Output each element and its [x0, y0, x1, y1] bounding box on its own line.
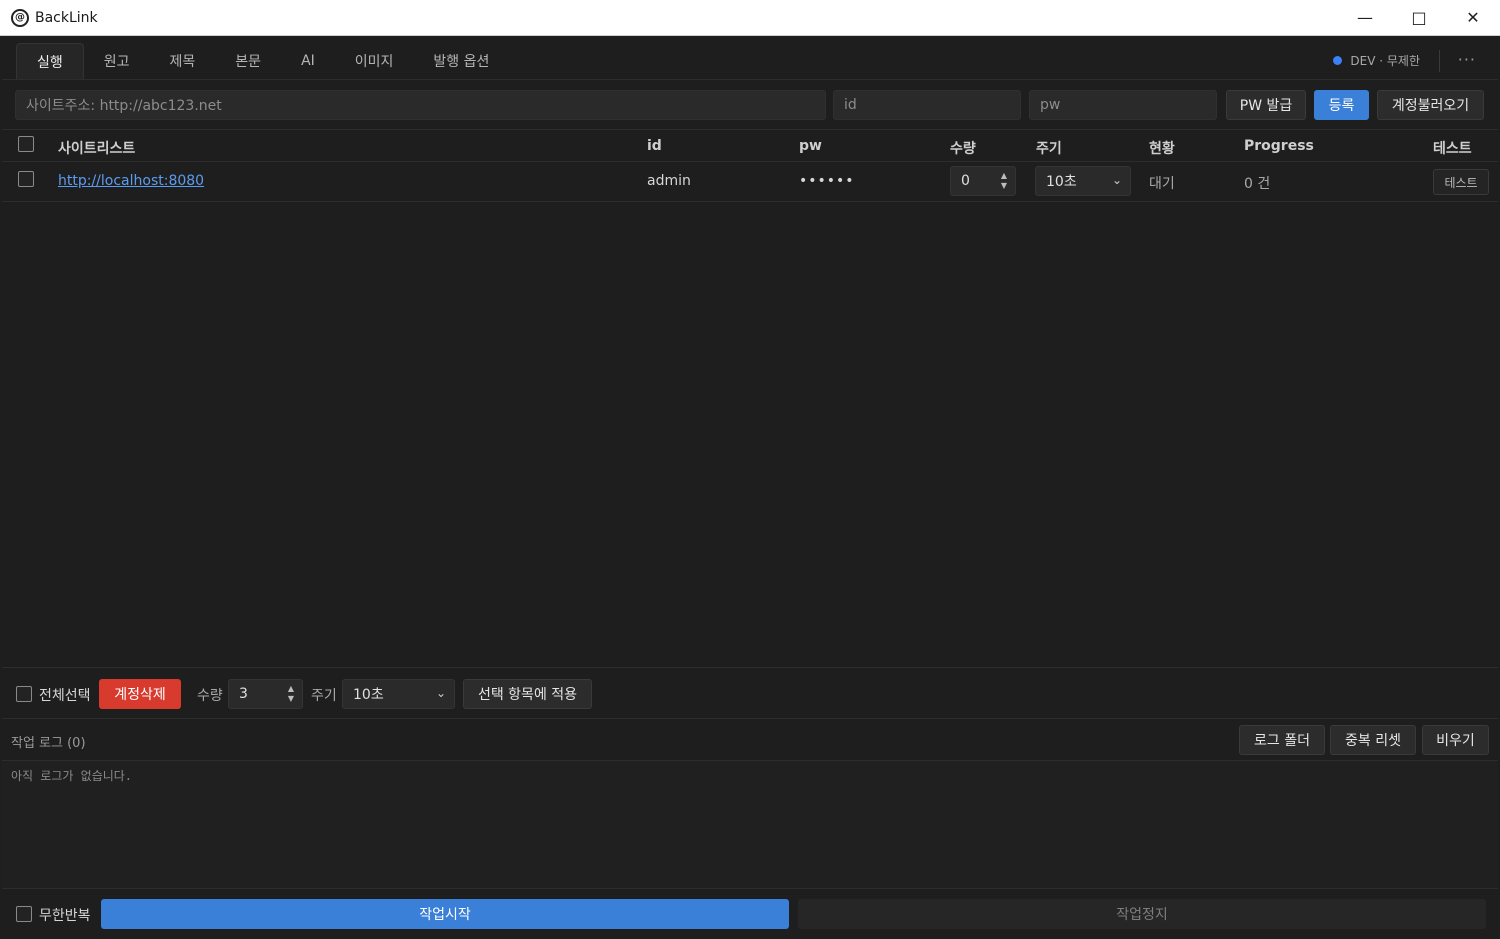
start-button[interactable]: 작업시작 [101, 899, 789, 929]
row-checkbox[interactable] [18, 171, 34, 187]
stepper-arrows-icon[interactable]: ▲ ▼ [288, 684, 294, 704]
select-all-label[interactable]: 전체선택 [39, 685, 91, 705]
row-site-link[interactable]: http://localhost:8080 [58, 173, 204, 189]
row-test-button[interactable]: 테스트 [1433, 169, 1489, 195]
tab-publish-options[interactable]: 발행 옵션 [413, 43, 509, 79]
site-table: 사이트리스트 id pw 수량 주기 현황 Progress 테스트 http:… [2, 130, 1498, 668]
load-accounts-button[interactable]: 계정불러오기 [1377, 90, 1484, 120]
col-status: 현황 [1149, 141, 1175, 157]
apply-selected-button[interactable]: 선택 항목에 적용 [463, 679, 592, 709]
col-site: 사이트리스트 [58, 141, 136, 157]
window-controls: — □ ✕ [1338, 0, 1500, 35]
col-progress: Progress [1244, 138, 1314, 154]
bulk-period-value: 10초 [353, 687, 384, 703]
bulk-actions-row: 전체선택 계정삭제 수량 3 ▲ ▼ 주기 10초 ⌄ 선택 항목에 적용 [2, 669, 1498, 719]
log-title: 작업 로그 (0) [11, 736, 86, 751]
account-input-row: 사이트주소: http://abc123.net id pw PW 발급 등록 … [2, 80, 1498, 130]
table-header: 사이트리스트 id pw 수량 주기 현황 Progress 테스트 [2, 130, 1498, 162]
register-button[interactable]: 등록 [1314, 90, 1369, 120]
col-period: 주기 [1036, 141, 1062, 157]
dedupe-reset-button[interactable]: 중복 리셋 [1330, 725, 1416, 755]
divider [1439, 50, 1440, 72]
col-id: id [647, 138, 662, 154]
status-label: DEV · 무제한 [1350, 54, 1420, 68]
col-qty: 수량 [950, 141, 976, 157]
tab-body[interactable]: 본문 [215, 43, 281, 79]
log-output: 아직 로그가 없습니다. [2, 761, 1498, 889]
row-period-select[interactable]: 10초 ⌄ [1035, 166, 1131, 196]
title-bar: @ BackLink — □ ✕ [0, 0, 1500, 36]
row-status: 대기 [1149, 176, 1175, 192]
infinite-repeat-checkbox[interactable] [16, 906, 32, 922]
footer-controls: 무한반복 작업시작 작업정지 [2, 889, 1498, 939]
infinite-repeat-label[interactable]: 무한반복 [39, 905, 91, 925]
row-qty-stepper[interactable]: 0 ▲ ▼ [950, 166, 1016, 196]
chevron-down-icon: ⌄ [1111, 173, 1122, 187]
col-test: 테스트 [1433, 141, 1472, 157]
tab-ai[interactable]: AI [281, 43, 335, 79]
select-all-checkbox[interactable] [16, 686, 32, 702]
chevron-down-icon: ⌄ [435, 686, 446, 700]
row-pw: •••••• [799, 173, 855, 189]
row-qty-value: 0 [961, 173, 970, 189]
maximize-icon[interactable]: □ [1392, 0, 1446, 35]
log-header: 작업 로그 (0) 로그 폴더 중복 리셋 비우기 [2, 719, 1498, 761]
pw-issue-button[interactable]: PW 발급 [1226, 90, 1306, 120]
bulk-qty-label: 수량 [197, 688, 223, 704]
header-select-checkbox[interactable] [18, 136, 34, 152]
minimize-icon[interactable]: — [1338, 0, 1392, 35]
status-dot-icon [1333, 56, 1343, 65]
bulk-qty-stepper[interactable]: 3 ▲ ▼ [228, 679, 303, 709]
stepper-arrows-icon[interactable]: ▲ ▼ [1001, 171, 1007, 191]
log-folder-button[interactable]: 로그 폴더 [1239, 725, 1325, 755]
close-icon[interactable]: ✕ [1446, 0, 1500, 35]
window-title: BackLink [35, 9, 98, 26]
row-progress: 0 건 [1244, 176, 1271, 192]
bulk-period-select[interactable]: 10초 ⌄ [342, 679, 455, 709]
tab-bar: 실행 원고 제목 본문 AI 이미지 발행 옵션 DEV · 무제한 ··· [2, 36, 1498, 80]
bulk-qty-value: 3 [239, 686, 248, 702]
pw-input[interactable]: pw [1029, 90, 1217, 120]
clear-log-button[interactable]: 비우기 [1422, 725, 1489, 755]
tab-manuscript[interactable]: 원고 [84, 43, 150, 79]
status-indicator: DEV · 무제한 [1333, 52, 1420, 69]
more-options-icon[interactable]: ··· [1458, 50, 1476, 69]
id-input[interactable]: id [833, 90, 1021, 120]
tab-title[interactable]: 제목 [150, 43, 216, 79]
col-pw: pw [799, 138, 822, 154]
delete-accounts-button[interactable]: 계정삭제 [99, 679, 181, 709]
tab-image[interactable]: 이미지 [335, 43, 414, 79]
table-row: http://localhost:8080 admin •••••• 0 ▲ ▼ … [2, 162, 1498, 202]
stop-button[interactable]: 작업정지 [798, 899, 1486, 929]
log-empty-message: 아직 로그가 없습니다. [11, 769, 133, 783]
tab-run[interactable]: 실행 [16, 43, 84, 79]
row-period-value: 10초 [1046, 174, 1077, 190]
site-url-input[interactable]: 사이트주소: http://abc123.net [15, 90, 826, 120]
bulk-period-label: 주기 [311, 688, 337, 704]
app-logo-icon: @ [11, 8, 29, 27]
row-id: admin [647, 173, 691, 189]
